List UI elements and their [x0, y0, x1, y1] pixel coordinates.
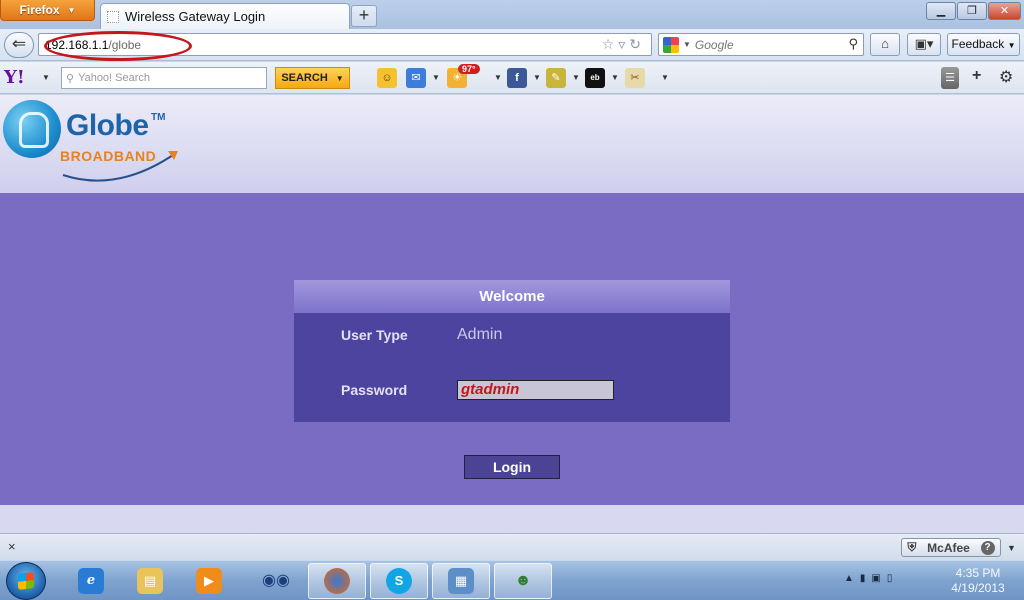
search-input[interactable]: ▼ Google ⚲	[658, 33, 864, 56]
search-icon[interactable]: ⚲	[848, 36, 858, 52]
chevron-down-icon[interactable]: ▼	[611, 73, 619, 82]
play-icon: ▶	[196, 568, 222, 594]
page-viewport: Globe TM BROADBAND Welcome User Type Adm…	[0, 95, 1024, 533]
page-favicon-icon	[107, 10, 119, 23]
media-player-icon[interactable]: ▶	[180, 563, 238, 599]
firefox-menu-button[interactable]: Firefox ▼	[0, 0, 95, 21]
gear-icon[interactable]: ⚙	[999, 67, 1013, 87]
yahoo-search-input[interactable]: ⚲ Yahoo! Search	[61, 67, 267, 89]
network-people-taskbar-icon[interactable]: ☻	[494, 563, 552, 599]
shield-icon: ⛨	[907, 540, 917, 554]
chevron-down-icon[interactable]: ▼	[494, 73, 502, 82]
page-header: Globe TM BROADBAND	[0, 95, 1024, 193]
mcafee-label: McAfee	[927, 540, 970, 555]
password-field[interactable]: gtadmin	[457, 380, 614, 400]
facebook-icon[interactable]: f	[507, 68, 527, 88]
logo-swoosh-icon	[62, 151, 178, 182]
mail-icon[interactable]: ✉	[406, 68, 426, 88]
chevron-down-icon[interactable]: ▼	[683, 40, 691, 49]
clock-date: 4/19/2013	[951, 581, 1005, 595]
password-label: Password	[341, 382, 408, 398]
firefox-menu-label: Firefox	[19, 3, 60, 17]
chevron-down-icon: ▼	[335, 73, 344, 83]
chevron-down-icon[interactable]: ▼	[42, 73, 50, 82]
globe-logo-icon	[3, 100, 61, 158]
back-arrow-icon[interactable]: ⇐	[4, 32, 34, 58]
home-icon[interactable]: ⌂	[870, 33, 900, 56]
add-icon[interactable]: +	[972, 67, 981, 85]
login-button[interactable]: Login	[464, 455, 560, 479]
search-icon: ⚲	[66, 72, 75, 85]
weather-badge: 97°	[458, 64, 480, 74]
addon-bar: × ⛨ McAfee ? ▼	[0, 533, 1024, 560]
logo-trademark: TM	[151, 112, 166, 123]
smiley-icon[interactable]: ☺	[377, 68, 397, 88]
feedback-button[interactable]: Feedback ▼	[947, 33, 1020, 56]
system-clock[interactable]: 4:35 PM 4/19/2013	[938, 566, 1018, 596]
logo-name: Globe	[66, 109, 149, 142]
help-icon[interactable]: ?	[980, 540, 995, 555]
minimize-icon[interactable]: ▁	[926, 2, 956, 20]
skype-taskbar-icon[interactable]: S	[370, 563, 428, 599]
clock-time: 4:35 PM	[955, 566, 1001, 580]
window-titlebar: Firefox ▼ Wireless Gateway Login + ▁ ❐ ✕	[0, 0, 1024, 29]
yahoo-search-button[interactable]: SEARCH ▼	[275, 67, 350, 89]
windows-taskbar: e ▤ ▶ ◉◉ S ▦ ☻ ▲▮▣▯ 4:35 PM 4/19/2013	[0, 560, 1024, 600]
chevron-down-icon: ▼	[67, 5, 76, 15]
chevron-down-icon[interactable]: ▼	[533, 73, 541, 82]
yahoo-toolbar: Y! ▼ ⚲ Yahoo! Search SEARCH ▼ ☺ ✉ ▼ ☀ 97…	[0, 62, 1024, 94]
system-tray-icons[interactable]: ▲▮▣▯	[844, 573, 898, 584]
user-type-label: User Type	[341, 327, 408, 343]
mcafee-button[interactable]: ⛨ McAfee ?	[901, 538, 1001, 557]
notes-icon[interactable]: ✎	[546, 68, 566, 88]
folder-icon: ▤	[137, 568, 163, 594]
feedback-label: Feedback	[951, 37, 1005, 51]
eyes-icon: ◉◉	[262, 572, 290, 589]
login-panel: Welcome User Type Admin Password gtadmin	[294, 280, 730, 422]
chevron-down-icon[interactable]: ▼	[432, 73, 440, 82]
close-icon[interactable]: ✕	[988, 2, 1021, 20]
search-placeholder: Google	[694, 37, 734, 52]
internet-explorer-icon[interactable]: e	[62, 563, 120, 599]
chevron-down-icon[interactable]: ▼	[572, 73, 580, 82]
firefox-icon	[324, 568, 350, 594]
start-button[interactable]	[6, 562, 46, 600]
yahoo-search-placeholder: Yahoo! Search	[78, 72, 151, 84]
annotation-circle	[44, 31, 192, 61]
people-icon: ☻	[514, 572, 532, 589]
user-type-value: Admin	[457, 326, 503, 343]
bookmarks-icon[interactable]: ▣▾	[907, 33, 941, 56]
welcome-heading: Welcome	[294, 280, 730, 313]
google-icon	[663, 36, 679, 53]
control-panel-taskbar-icon[interactable]: ▦	[432, 563, 490, 599]
browser-tab[interactable]: Wireless Gateway Login	[100, 3, 350, 29]
windows-explorer-icon[interactable]: ▤	[121, 563, 179, 599]
chevron-down-icon[interactable]: ▼	[661, 73, 669, 82]
skype-icon: S	[386, 568, 412, 594]
ie-glyph-icon: e	[78, 568, 104, 594]
close-addon-bar-icon[interactable]: ×	[8, 539, 16, 554]
new-tab-button[interactable]: +	[351, 5, 377, 27]
list-icon[interactable]: ☰	[941, 67, 959, 89]
restore-icon[interactable]: ❐	[957, 2, 987, 20]
tab-title: Wireless Gateway Login	[125, 9, 266, 24]
ebay-icon[interactable]: eb	[585, 68, 605, 88]
control-panel-icon: ▦	[448, 568, 474, 594]
chevron-down-icon[interactable]: ▼	[1007, 543, 1016, 553]
yahoo-logo[interactable]: Y!	[4, 67, 25, 88]
bookmark-star-icon[interactable]: ☆▿↻	[602, 36, 645, 53]
firefox-taskbar-icon[interactable]	[308, 563, 366, 599]
puzzle-icon[interactable]: ✂	[625, 68, 645, 88]
eyes-app-icon[interactable]: ◉◉	[246, 563, 304, 599]
yahoo-search-label: SEARCH	[281, 72, 328, 84]
